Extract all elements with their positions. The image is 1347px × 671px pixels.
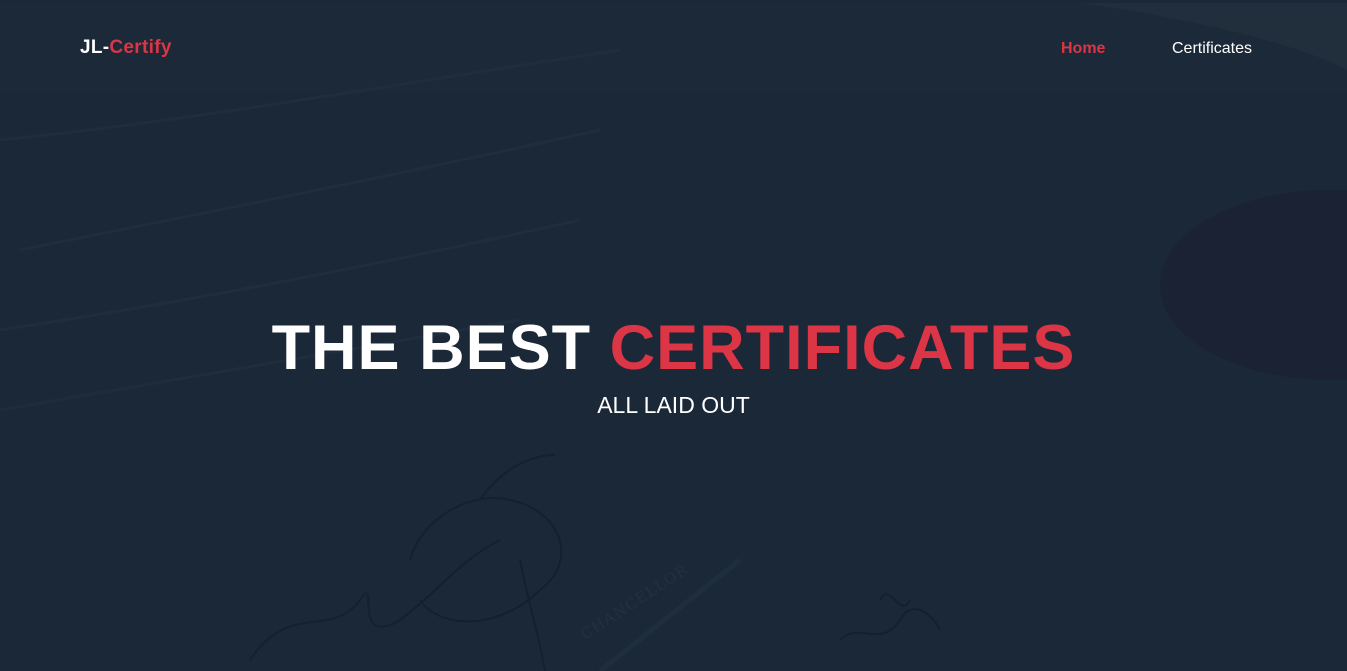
nav-link-certificates[interactable]: Certificates: [1172, 40, 1252, 58]
nav-link-home[interactable]: Home: [1061, 40, 1105, 58]
hero-subtitle: ALL LAID OUT: [597, 392, 750, 418]
navbar: JL-Certify Home Certificates: [0, 3, 1347, 93]
brand-text-suffix: Certify: [109, 37, 172, 58]
hero-title: THE BEST CERTIFICATES: [0, 310, 1347, 386]
brand-logo[interactable]: JL-Certify: [80, 37, 172, 59]
page: CHANCELLOR JL-Certify Home Certificates …: [0, 0, 1347, 671]
hero-title-highlight: CERTIFICATES: [609, 313, 1076, 383]
brand-text-prefix: JL-: [80, 37, 110, 58]
hero-title-part1: THE BEST: [271, 313, 610, 383]
hero-section: THE BEST CERTIFICATES ALL LAID OUT: [0, 310, 1347, 420]
